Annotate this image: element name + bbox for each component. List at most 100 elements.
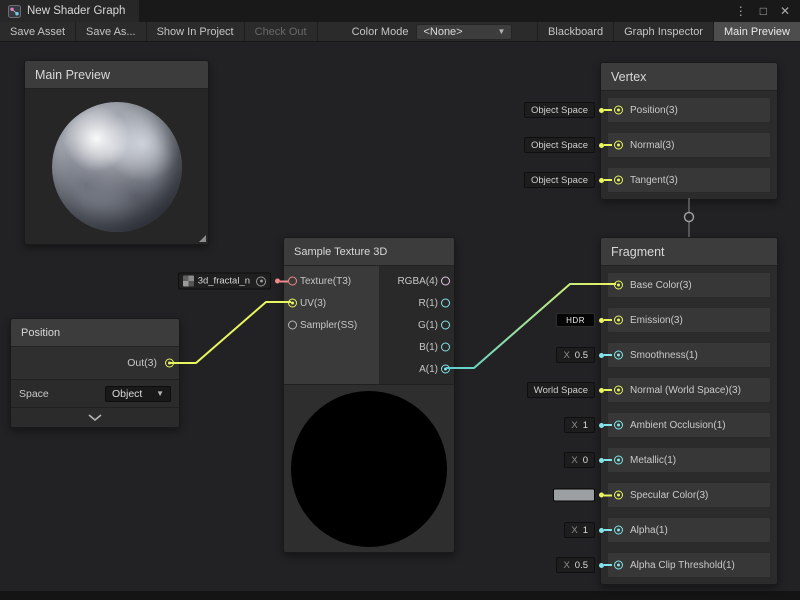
fragment-body: Base Color(3) Emission(3) HDR Smoothness… <box>601 266 777 584</box>
tangent-port[interactable] <box>614 176 623 185</box>
specular-color-port[interactable] <box>614 491 623 500</box>
texture-input-port[interactable] <box>288 277 297 286</box>
fragment-row-base-color[interactable]: Base Color(3) <box>607 272 771 298</box>
fragment-context-node[interactable]: Fragment Base Color(3) Emission(3) HDR <box>600 237 778 585</box>
save-asset-button[interactable]: Save Asset <box>0 22 76 41</box>
alpha-clip-field[interactable]: X 0.5 <box>556 557 595 573</box>
normal-port[interactable] <box>614 141 623 150</box>
fragment-row-specular-color[interactable]: Specular Color(3) <box>607 482 771 508</box>
fragment-row-normal-ws[interactable]: Normal (World Space)(3) World Space <box>607 377 771 403</box>
metallic-port[interactable] <box>614 456 623 465</box>
metallic-field[interactable]: X 0 <box>564 452 595 468</box>
world-space-dropdown[interactable]: World Space <box>527 382 595 398</box>
sampler-input-port[interactable] <box>288 321 297 330</box>
vertex-title[interactable]: Vertex <box>601 63 777 91</box>
emission-port[interactable] <box>614 316 623 325</box>
blackboard-button[interactable]: Blackboard <box>537 22 613 41</box>
alpha-field[interactable]: X 1 <box>564 522 595 538</box>
sample-node-title[interactable]: Sample Texture 3D <box>284 238 454 266</box>
shader-graph-window: New Shader Graph ⋮ □ ✕ Save Asset Save A… <box>0 0 800 600</box>
vertex-context-node[interactable]: Vertex Position(3) Object Space Normal(3… <box>600 62 778 200</box>
emission-default-widget: HDR <box>556 313 612 327</box>
widget-wire <box>604 424 612 426</box>
object-space-value: Object Space <box>531 140 588 151</box>
b-output-port[interactable] <box>441 343 450 352</box>
window-tab[interactable]: New Shader Graph <box>0 0 139 22</box>
object-space-value: Object Space <box>531 175 588 186</box>
ambient-occlusion-field[interactable]: X 1 <box>564 417 595 433</box>
widget-wire <box>604 529 612 531</box>
base-color-port[interactable] <box>614 281 623 290</box>
alpha-clip-label: Alpha Clip Threshold(1) <box>630 560 735 571</box>
world-space-value: World Space <box>534 385 588 396</box>
field-value: 1 <box>583 525 588 536</box>
tangent-default-widget: Object Space <box>524 172 612 188</box>
a-output-port[interactable] <box>441 365 450 374</box>
ambient-occlusion-label: Ambient Occlusion(1) <box>630 420 726 431</box>
window-bottom-edge <box>0 591 800 600</box>
collapse-chevron[interactable] <box>11 408 179 427</box>
rgba-output-row: RGBA(4) <box>379 270 454 292</box>
ambient-occlusion-port[interactable] <box>614 421 623 430</box>
alpha-label: Alpha(1) <box>630 525 668 536</box>
resize-handle[interactable] <box>199 235 206 242</box>
widget-wire <box>604 109 612 111</box>
graph-inspector-button[interactable]: Graph Inspector <box>613 22 713 41</box>
main-preview-title[interactable]: Main Preview <box>25 61 208 89</box>
chevron-down-icon: ▼ <box>498 27 506 36</box>
field-value: 1 <box>583 420 588 431</box>
input-column: Texture(T3) 3d_fractal_n UV(3) <box>284 266 379 384</box>
space-dropdown[interactable]: Object ▼ <box>105 386 171 402</box>
smoothness-port[interactable] <box>614 351 623 360</box>
uv-input-port[interactable] <box>288 299 297 308</box>
maximize-icon[interactable]: □ <box>760 4 767 18</box>
object-space-dropdown[interactable]: Object Space <box>524 137 595 153</box>
main-preview-button[interactable]: Main Preview <box>713 22 800 41</box>
texture-field[interactable]: 3d_fractal_n <box>178 273 271 290</box>
r-output-row: R(1) <box>379 292 454 314</box>
fragment-row-ambient-occlusion[interactable]: Ambient Occlusion(1) X 1 <box>607 412 771 438</box>
g-output-label: G(1) <box>418 320 438 331</box>
texture-input-label: Texture(T3) <box>300 276 351 287</box>
object-picker-icon[interactable] <box>256 276 266 286</box>
texture-thumbnail <box>183 276 194 287</box>
menu-icon[interactable]: ⋮ <box>735 4 747 18</box>
position-node[interactable]: Position Out(3) Space Object ▼ <box>10 318 180 428</box>
rgba-output-port[interactable] <box>441 277 450 286</box>
object-space-dropdown[interactable]: Object Space <box>524 172 595 188</box>
color-mode-dropdown[interactable]: <None> ▼ <box>416 24 512 40</box>
fragment-title[interactable]: Fragment <box>601 238 777 266</box>
alpha-default-widget: X 1 <box>564 522 612 538</box>
space-value: Object <box>112 388 142 400</box>
window-controls: ⋮ □ ✕ <box>735 4 800 18</box>
r-output-port[interactable] <box>441 299 450 308</box>
widget-wire <box>604 179 612 181</box>
object-space-dropdown[interactable]: Object Space <box>524 102 595 118</box>
out-port[interactable] <box>165 359 174 368</box>
field-value: 0.5 <box>575 350 588 361</box>
g-output-port[interactable] <box>441 321 450 330</box>
fragment-row-metallic[interactable]: Metallic(1) X 0 <box>607 447 771 473</box>
save-as-button[interactable]: Save As... <box>76 22 147 41</box>
smoothness-field[interactable]: X 0.5 <box>556 347 595 363</box>
close-icon[interactable]: ✕ <box>780 4 790 18</box>
fragment-row-alpha[interactable]: Alpha(1) X 1 <box>607 517 771 543</box>
fragment-row-emission[interactable]: Emission(3) HDR <box>607 307 771 333</box>
alpha-clip-default-widget: X 0.5 <box>556 557 612 573</box>
vertex-row-position[interactable]: Position(3) Object Space <box>607 97 771 123</box>
normal-ws-port[interactable] <box>614 386 623 395</box>
sample-texture-3d-node[interactable]: Sample Texture 3D Texture(T3) 3d_fractal… <box>283 237 455 553</box>
preview-sphere <box>52 102 182 232</box>
vertex-row-tangent[interactable]: Tangent(3) Object Space <box>607 167 771 193</box>
position-space-row: Space Object ▼ <box>11 380 179 408</box>
specular-color-swatch[interactable] <box>553 489 595 502</box>
show-in-project-button[interactable]: Show In Project <box>147 22 245 41</box>
fragment-row-alpha-clip[interactable]: Alpha Clip Threshold(1) X 0.5 <box>607 552 771 578</box>
fragment-row-smoothness[interactable]: Smoothness(1) X 0.5 <box>607 342 771 368</box>
position-port[interactable] <box>614 106 623 115</box>
alpha-clip-port[interactable] <box>614 561 623 570</box>
hdr-color-field[interactable]: HDR <box>556 313 595 327</box>
alpha-port[interactable] <box>614 526 623 535</box>
vertex-row-normal[interactable]: Normal(3) Object Space <box>607 132 771 158</box>
position-node-title[interactable]: Position <box>11 319 179 347</box>
